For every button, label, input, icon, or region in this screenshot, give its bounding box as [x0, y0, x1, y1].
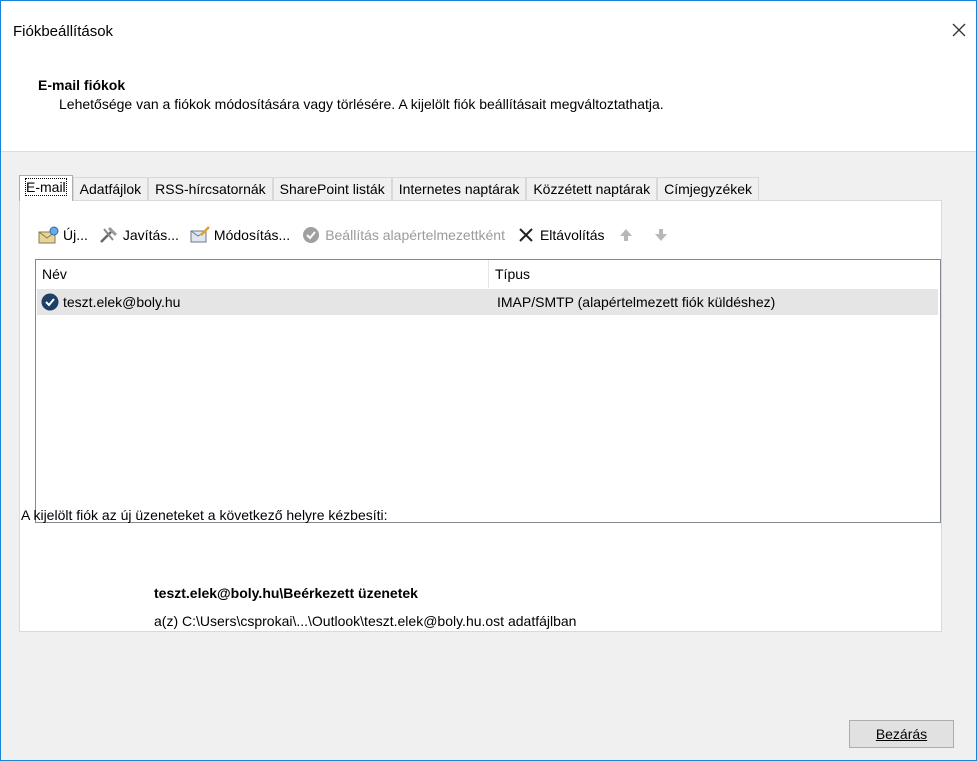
header-title: E-mail fiókok: [38, 77, 126, 93]
repair-button[interactable]: Javítás...: [98, 223, 179, 247]
tab-sharepoint-lists[interactable]: SharePoint listák: [272, 177, 392, 200]
tab-published-calendars[interactable]: Közzétett naptárak: [526, 177, 658, 200]
list-header: Név Típus: [36, 260, 940, 289]
edit-account-icon: [189, 225, 211, 245]
account-type-cell: IMAP/SMTP (alapértelmezett fiók küldéshe…: [497, 294, 776, 310]
header-section: E-mail fiókok Lehetősége van a fiókok mó…: [1, 65, 976, 152]
tab-internet-calendars[interactable]: Internetes naptárak: [391, 177, 527, 200]
tab-data-files[interactable]: Adatfájlok: [72, 177, 149, 200]
account-list: Név Típus teszt.elek@boly.hu IMAP/SMTP (…: [35, 259, 941, 523]
arrow-down-icon: [650, 225, 672, 245]
remove-button[interactable]: Eltávolítás: [515, 223, 605, 247]
repair-label: Javítás...: [122, 227, 179, 243]
change-button[interactable]: Módosítás...: [189, 223, 290, 247]
tab-rss-feeds[interactable]: RSS-hírcsatornák: [148, 177, 273, 200]
delivery-folder: teszt.elek@boly.hu\Beérkezett üzenetek: [154, 585, 418, 601]
close-button-label: Bezárás: [875, 726, 928, 742]
close-icon[interactable]: [944, 15, 974, 45]
check-circle-icon: [300, 225, 322, 245]
account-name-cell: teszt.elek@boly.hu: [63, 294, 181, 310]
table-row[interactable]: teszt.elek@boly.hu IMAP/SMTP (alapértelm…: [37, 289, 938, 315]
email-tab-panel: Új... Javítás... Módosítás... Beállítás …: [19, 200, 942, 632]
tab-strip: E-mail Adatfájlok RSS-hírcsatornák Share…: [19, 175, 760, 201]
arrow-up-icon: [615, 225, 637, 245]
remove-label: Eltávolítás: [539, 227, 605, 243]
new-account-button[interactable]: Új...: [38, 223, 88, 247]
title-bar: Fiókbeállítások: [1, 1, 976, 65]
tab-email[interactable]: E-mail: [19, 175, 73, 201]
remove-x-icon: [515, 225, 537, 245]
column-header-name[interactable]: Név: [36, 260, 489, 288]
body-area: E-mail Adatfájlok RSS-hírcsatornák Share…: [1, 152, 976, 760]
header-description: Lehetősége van a fiókok módosítására vag…: [59, 96, 664, 112]
column-header-type[interactable]: Típus: [489, 260, 939, 288]
change-label: Módosítás...: [213, 227, 291, 243]
close-button[interactable]: Bezárás: [849, 720, 954, 748]
tab-address-books[interactable]: Címjegyzékek: [657, 177, 760, 200]
account-toolbar: Új... Javítás... Módosítás... Beállítás …: [38, 221, 685, 249]
window-title: Fiókbeállítások: [13, 23, 114, 40]
new-mail-icon: [38, 225, 60, 245]
tools-icon: [98, 225, 120, 245]
delivery-intro: A kijelölt fiók az új üzeneteket a követ…: [21, 507, 388, 523]
delivery-path: a(z) C:\Users\csprokai\...\Outlook\teszt…: [154, 613, 577, 629]
move-up-button[interactable]: [615, 223, 640, 247]
set-default-label: Beállítás alapértelmezettként: [325, 227, 505, 243]
move-down-button[interactable]: [650, 223, 675, 247]
account-settings-window: Fiókbeállítások E-mail fiókok Lehetősége…: [0, 0, 977, 761]
default-account-icon: [41, 293, 59, 311]
new-account-label: Új...: [63, 227, 88, 243]
set-default-button[interactable]: Beállítás alapértelmezettként: [300, 223, 505, 247]
